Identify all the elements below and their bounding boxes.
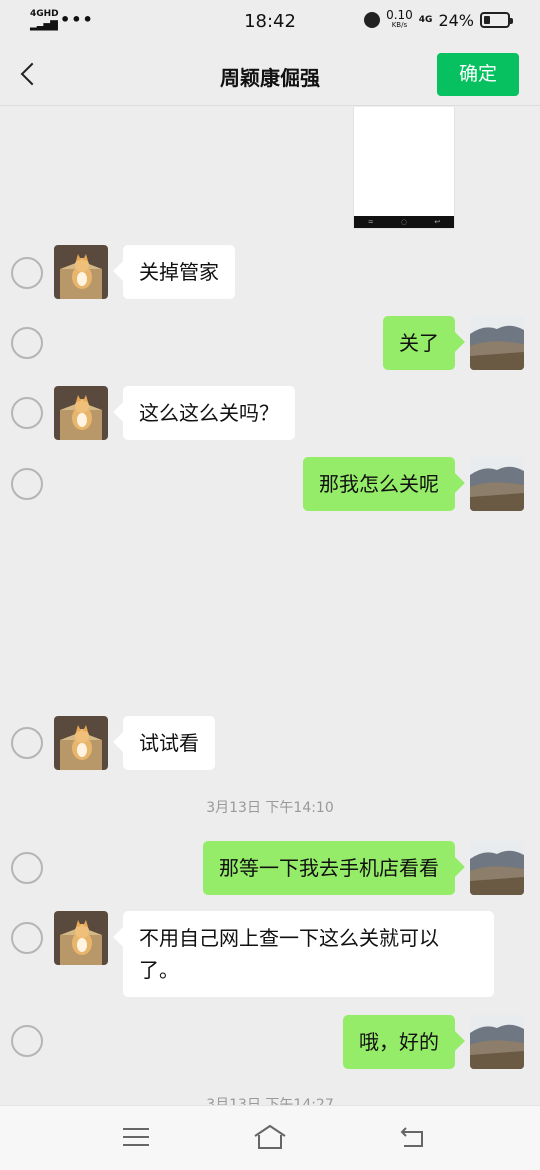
image-message-screenshot[interactable]: = ◌ ↩ bbox=[353, 107, 455, 229]
message-select-checkbox[interactable] bbox=[11, 327, 43, 359]
mobile-network-label: 4G bbox=[418, 15, 433, 25]
incoming-message[interactable]: 试试看 bbox=[123, 716, 215, 770]
incoming-message[interactable]: 这么这么关吗？ bbox=[123, 386, 295, 440]
message-text: 关掉管家 bbox=[139, 260, 219, 284]
home-button[interactable] bbox=[252, 1122, 288, 1152]
message-text: 不用自己网上查一下这么关就可以了。 bbox=[139, 926, 439, 982]
outgoing-message[interactable]: 那等一下我去手机店看看 bbox=[203, 841, 455, 895]
return-button[interactable] bbox=[398, 1126, 426, 1150]
menu-button[interactable] bbox=[123, 1128, 149, 1148]
message-text: 试试看 bbox=[139, 731, 199, 755]
status-bar: 4GHD ▂▃▅▇ ••• 18:42 0.10 KB/s 4G 24% bbox=[0, 0, 540, 44]
contact-avatar[interactable] bbox=[54, 245, 108, 299]
contact-avatar[interactable] bbox=[54, 911, 108, 965]
my-avatar[interactable] bbox=[470, 457, 524, 511]
chat-header: 周颖康倔强 确定 bbox=[0, 44, 540, 106]
incoming-message[interactable]: 关掉管家 bbox=[123, 245, 235, 299]
message-select-checkbox[interactable] bbox=[11, 1025, 43, 1057]
outgoing-message[interactable]: 那我怎么关呢 bbox=[303, 457, 455, 511]
my-avatar[interactable] bbox=[470, 841, 524, 895]
confirm-button[interactable]: 确定 bbox=[437, 53, 519, 96]
battery-icon bbox=[480, 12, 513, 28]
message-select-checkbox[interactable] bbox=[11, 468, 43, 500]
message-select-checkbox[interactable] bbox=[11, 852, 43, 884]
message-select-checkbox[interactable] bbox=[11, 257, 43, 289]
my-avatar[interactable] bbox=[470, 316, 524, 370]
network-speed: 0.10 KB/s bbox=[386, 9, 413, 30]
message-text: 这么这么关吗？ bbox=[139, 401, 279, 425]
battery-percent: 24% bbox=[438, 10, 474, 30]
incoming-message[interactable]: 不用自己网上查一下这么关就可以了。 bbox=[123, 911, 494, 997]
contact-avatar[interactable] bbox=[54, 386, 108, 440]
message-timestamp: 3月13日 下午14:10 bbox=[206, 800, 334, 816]
home-icon bbox=[254, 1124, 286, 1149]
message-select-checkbox[interactable] bbox=[11, 922, 43, 954]
message-text: 那我怎么关呢 bbox=[319, 472, 439, 496]
message-select-checkbox[interactable] bbox=[11, 727, 43, 759]
message-text: 哦，好的 bbox=[359, 1030, 439, 1054]
message-text: 关了 bbox=[399, 331, 439, 355]
message-list[interactable]: = ◌ ↩ 关掉管家 关了 这么这么关吗？ 那我怎么关呢 试试看 3月13日 下午1… bbox=[0, 107, 540, 1105]
system-navigation-bar bbox=[0, 1105, 540, 1170]
message-select-checkbox[interactable] bbox=[11, 397, 43, 429]
message-text: 那等一下我去手机店看看 bbox=[219, 856, 439, 880]
screenshot-navbar: = ◌ ↩ bbox=[354, 216, 454, 228]
outgoing-message[interactable]: 哦，好的 bbox=[343, 1015, 455, 1069]
contact-avatar[interactable] bbox=[54, 716, 108, 770]
return-icon bbox=[400, 1127, 423, 1147]
outgoing-message[interactable]: 关了 bbox=[383, 316, 455, 370]
alarm-icon bbox=[364, 12, 381, 28]
message-timestamp: 3月13日 下午14:27 bbox=[206, 1097, 334, 1105]
my-avatar[interactable] bbox=[470, 1015, 524, 1069]
